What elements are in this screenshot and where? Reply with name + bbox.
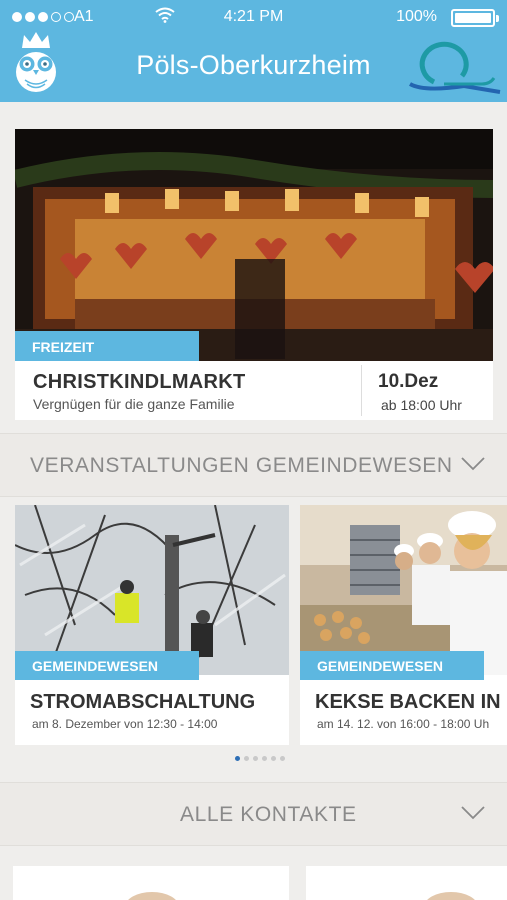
event-time: ab 18:00 Uhr [381, 397, 462, 413]
pager-dot[interactable] [280, 756, 285, 761]
event-title: KEKSE BACKEN IN [315, 691, 501, 713]
pager-dot[interactable] [271, 756, 276, 761]
event-title: STROMABSCHALTUNG [30, 691, 256, 713]
category-tag: GEMEINDEWESEN [300, 651, 484, 680]
events-section-header[interactable]: VERANSTALTUNGEN GEMEINDEWESEN [0, 433, 507, 497]
contacts-section-header[interactable]: ALLE KONTAKTE [0, 782, 507, 846]
battery-percentage: 100% [396, 8, 437, 25]
contact-card[interactable] [306, 866, 507, 900]
battery-icon [451, 9, 499, 27]
pager-dot[interactable] [262, 756, 267, 761]
pager-dot[interactable] [244, 756, 249, 761]
contact-card[interactable] [13, 866, 289, 900]
contact-avatar [424, 892, 478, 900]
contact-avatar [125, 892, 179, 900]
featured-event-card[interactable]: FREIZEIT CHRISTKINDLMARKT Vergnügen für … [15, 129, 493, 420]
category-tag: GEMEINDEWESEN [15, 651, 199, 680]
status-bar: A1 4:21 PM 100% [0, 0, 507, 34]
section-title: VERANSTALTUNGEN GEMEINDEWESEN [30, 454, 453, 477]
event-title: CHRISTKINDLMARKT [33, 371, 246, 393]
event-card[interactable]: GEMEINDEWESEN KEKSE BACKEN IN am 14. 12.… [300, 505, 507, 745]
section-title: ALLE KONTAKTE [180, 803, 357, 826]
category-tag: FREIZEIT [15, 331, 199, 361]
carousel-pager[interactable] [235, 756, 285, 761]
pager-dot[interactable] [235, 756, 240, 761]
pager-dot[interactable] [253, 756, 258, 761]
event-card[interactable]: GEMEINDEWESEN STROMABSCHALTUNG am 8. Dez… [15, 505, 289, 745]
event-subtitle: am 8. Dezember von 12:30 - 14:00 [32, 717, 218, 731]
chevron-down-icon [461, 457, 485, 471]
app-header: A1 4:21 PM 100% Pöls-Oberkurzheim [0, 0, 507, 102]
brand-logo-icon[interactable] [404, 36, 502, 96]
power-line-work-image [15, 505, 289, 675]
event-date: 10.Dez [378, 371, 439, 392]
baking-cookies-image [300, 505, 507, 675]
christmas-market-image [15, 129, 493, 361]
chevron-down-icon [461, 806, 485, 820]
event-subtitle: Vergnügen für die ganze Familie [33, 396, 235, 412]
event-subtitle: am 14. 12. von 16:00 - 18:00 Uh [317, 717, 490, 731]
divider [361, 365, 362, 416]
featured-event-info: CHRISTKINDLMARKT Vergnügen für die ganze… [15, 361, 493, 420]
